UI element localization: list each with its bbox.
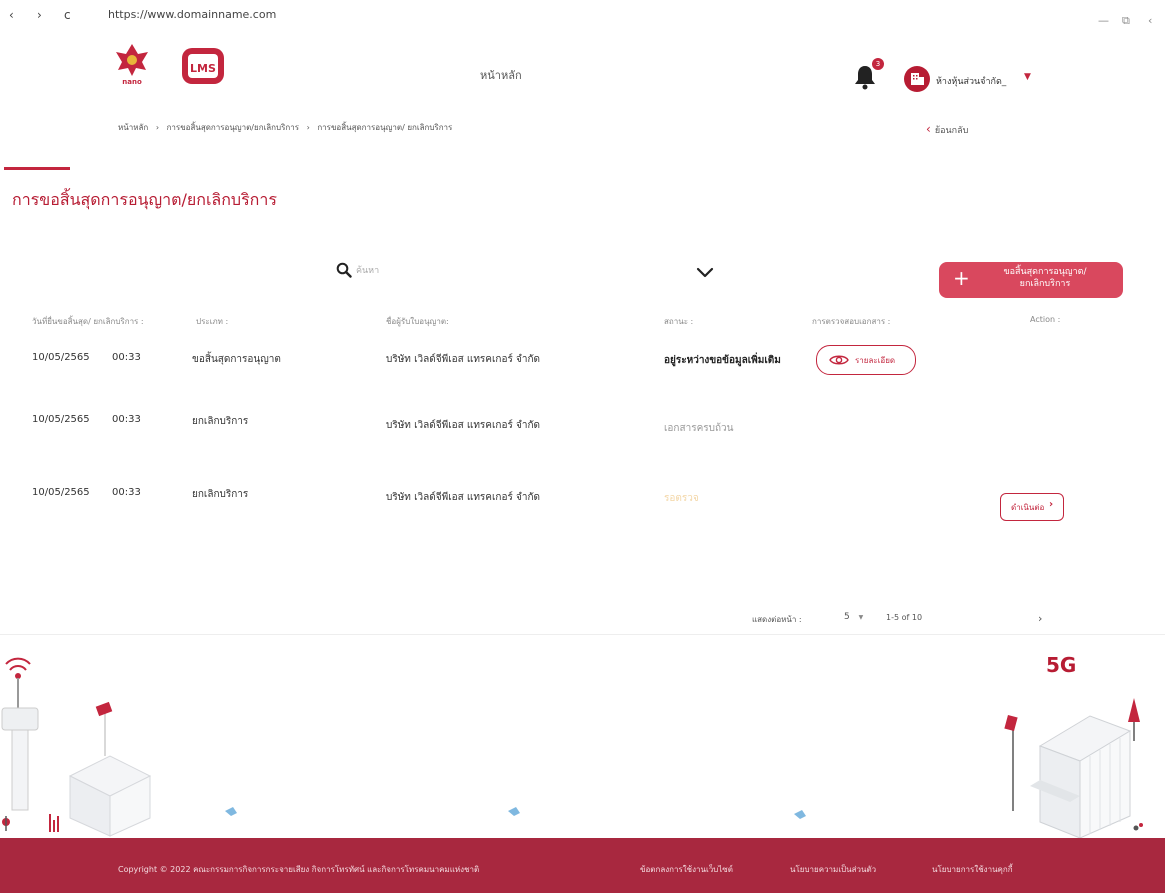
telecom-illustration: 5G (0, 636, 1165, 839)
breadcrumb-separator-icon: › (155, 123, 160, 132)
5g-building-icon: 5G (1004, 653, 1143, 839)
notification-bell-icon[interactable] (854, 64, 876, 94)
row-type: ยกเลิกบริการ (192, 416, 249, 427)
divider (0, 634, 1165, 635)
lms-logo-text: LMS (190, 62, 216, 75)
filter-dropdown-chevron-icon[interactable] (696, 264, 714, 283)
rows-per-page-select[interactable]: 5 ▼ (844, 612, 863, 622)
signal-mark-icon (225, 807, 1097, 819)
breadcrumb-separator-icon: › (306, 123, 310, 132)
add-button-line2: ยกเลิกบริการ (1019, 279, 1071, 289)
chevron-down-icon[interactable]: ▼ (1024, 72, 1031, 82)
title-accent-bar (4, 167, 70, 170)
eye-icon (829, 352, 849, 371)
reload-icon[interactable]: c (64, 8, 71, 22)
back-label: ย้อนกลับ (934, 126, 969, 136)
footer-link-cookies[interactable]: นโยบายการใช้งานคุกกี้ (932, 863, 1013, 876)
breadcrumb: หน้าหลัก › การขอสิ้นสุดการอนุญาต/ยกเลิกบ… (118, 121, 452, 134)
footer-copyright: Copyright © 2022 คณะกรรมการกิจการกระจายเ… (118, 865, 480, 874)
minimize-icon[interactable]: — (1098, 14, 1109, 27)
antenna-tower-icon (1, 657, 59, 832)
nav-home-link[interactable]: หน้าหลัก (480, 66, 522, 84)
caret-down-icon: ▼ (858, 614, 864, 621)
add-button-line1: ขอสิ้นสุดการอนุญาต/ (1003, 267, 1087, 277)
chevron-left-icon: ‹ (926, 122, 931, 136)
row-licensee: บริษัท เวิลด์จีพีเอส แทรคเกอร์ จำกัด (386, 354, 541, 365)
footer-link-terms[interactable]: ข้อตกลงการใช้งานเว็บไซต์ (640, 863, 733, 876)
row-date: 10/05/2565 (32, 487, 90, 498)
column-header-action: Action : (1030, 315, 1061, 324)
row-status: อยู่ระหว่างขอข้อมูลเพิ่มเติม (664, 355, 781, 366)
close-icon[interactable]: ‹ (1148, 14, 1152, 27)
organization-name[interactable]: ห้างหุ้นส่วนจำกัด_ (936, 74, 1006, 88)
next-page-icon[interactable]: › (1038, 612, 1042, 625)
browser-toolbar: ‹ › c https://www.domainname.com — ⧉ ‹ (0, 0, 1165, 30)
plus-icon: + (953, 266, 970, 290)
column-header-date: วันที่ยื่นขอสิ้นสุด/ ยกเลิกบริการ : (32, 317, 144, 326)
rows-per-page-value: 5 (844, 612, 850, 622)
row-time: 00:33 (112, 414, 141, 425)
proceed-label: ดำเนินต่อ (1011, 503, 1045, 512)
breadcrumb-item-home[interactable]: หน้าหลัก (118, 123, 148, 132)
lms-logo[interactable]: LMS (180, 46, 226, 86)
add-termination-button[interactable]: + ขอสิ้นสุดการอนุญาต/ ยกเลิกบริการ (939, 262, 1123, 298)
nbtc-emblem-logo[interactable]: nano (112, 42, 152, 86)
row-licensee: บริษัท เวิลด์จีพีเอส แทรคเกอร์ จำกัด (386, 492, 541, 503)
breadcrumb-item-termination[interactable]: การขอสิ้นสุดการอนุญาต/ยกเลิกบริการ (167, 123, 299, 132)
row-type: ยกเลิกบริการ (192, 489, 249, 500)
back-button[interactable]: ‹ ย้อนกลับ (926, 122, 968, 137)
logo-text: nano (122, 78, 142, 86)
column-header-status: สถานะ : (664, 317, 694, 326)
row-status: รอตรวจ (664, 493, 699, 504)
row-date: 10/05/2565 (32, 414, 90, 425)
row-status: เอกสารครบถ้วน (664, 423, 734, 434)
row-date: 10/05/2565 (32, 352, 90, 363)
building-block-icon (68, 701, 152, 837)
column-header-type: ประเภท : (196, 317, 229, 326)
footer-link-privacy[interactable]: นโยบายความเป็นส่วนตัว (790, 863, 876, 876)
page-title: การขอสิ้นสุดการอนุญาต/ยกเลิกบริการ (12, 190, 277, 209)
footer: Copyright © 2022 คณะกรรมการกิจการกระจายเ… (0, 838, 1165, 893)
view-details-label: รายละเอียด (855, 356, 896, 365)
view-details-button[interactable]: รายละเอียด (816, 345, 916, 375)
notification-badge: 3 (872, 58, 884, 70)
row-time: 00:33 (112, 352, 141, 363)
column-header-licensee: ชื่อผู้รับใบอนุญาต: (386, 317, 449, 326)
address-bar[interactable]: https://www.domainname.com (108, 8, 276, 21)
search-icon[interactable] (336, 262, 352, 282)
row-type: ขอสิ้นสุดการอนุญาต (192, 354, 281, 365)
search-input[interactable] (356, 262, 686, 280)
restore-icon[interactable]: ⧉ (1122, 14, 1130, 28)
back-nav-icon[interactable]: ‹ (9, 8, 14, 22)
proceed-button[interactable]: ดำเนินต่อ › (1000, 493, 1064, 521)
row-licensee: บริษัท เวิลด์จีพีเอส แทรคเกอร์ จำกัด (386, 420, 541, 431)
forward-nav-icon[interactable]: › (37, 8, 42, 22)
building-avatar-icon[interactable] (904, 66, 930, 92)
breadcrumb-item-current: การขอสิ้นสุดการอนุญาต/ ยกเลิกบริการ (317, 123, 453, 132)
row-time: 00:33 (112, 487, 141, 498)
rows-per-page-label: แสดงต่อหน้า : (752, 615, 802, 624)
pagination-range: 1-5 of 10 (886, 613, 923, 622)
chevron-right-icon: › (1049, 499, 1054, 510)
5g-sign-text: 5G (1046, 653, 1076, 677)
column-header-doc-check: การตรวจสอบเอกสาร : (812, 317, 891, 326)
